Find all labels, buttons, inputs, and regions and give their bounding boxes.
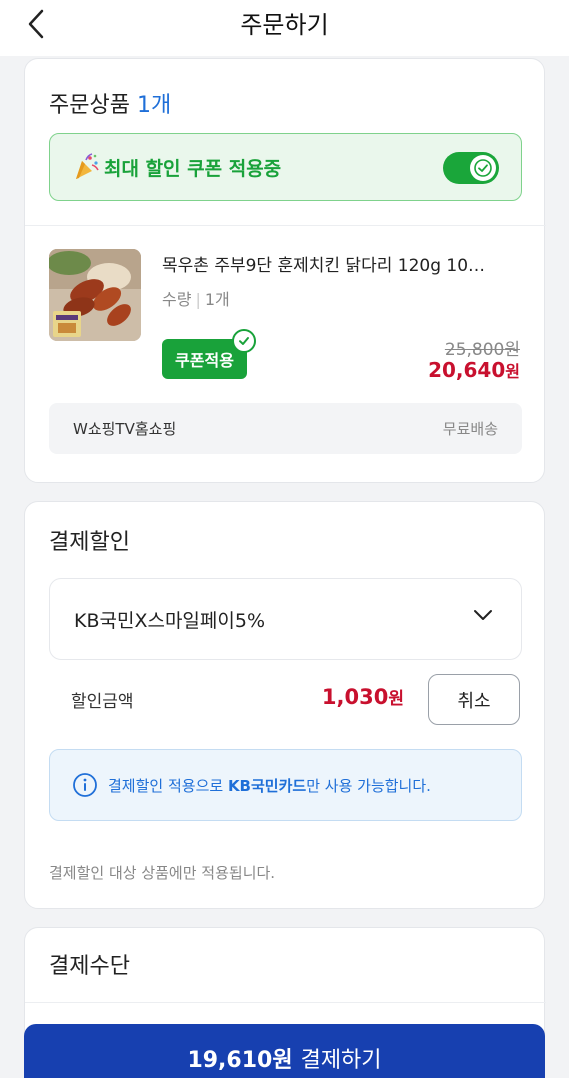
party-popper-icon bbox=[76, 153, 99, 179]
discount-amount-label: 할인금액 bbox=[71, 692, 134, 712]
info-text-prefix: 결제할인 적용으로 bbox=[108, 776, 228, 795]
quantity-value: 1개 bbox=[204, 290, 230, 309]
discount-select[interactable]: KB국민X스마일페이5% bbox=[49, 578, 522, 660]
pay-button-amount: 19,610원 bbox=[187, 1048, 293, 1073]
pay-button[interactable]: 19,610원 결제하기 bbox=[24, 1024, 545, 1078]
badge-check-icon bbox=[232, 329, 256, 353]
header: 주문하기 bbox=[0, 0, 569, 56]
payment-discount-title: 결제할인 bbox=[49, 530, 130, 555]
shipping-info: 무료배송 bbox=[442, 420, 498, 438]
seller-name: W쇼핑TV홈쇼핑 bbox=[73, 420, 177, 438]
coupon-banner: 최대 할인 쿠폰 적용중 bbox=[49, 133, 522, 201]
info-box: 결제할인 적용으로 KB국민카드만 사용 가능합니다. bbox=[49, 749, 522, 821]
payment-method-title: 결제수단 bbox=[49, 954, 130, 979]
seller-box: W쇼핑TV홈쇼핑 무료배송 bbox=[49, 403, 522, 454]
order-items-title: 주문상품 1개 bbox=[49, 87, 171, 119]
chevron-down-icon bbox=[474, 610, 492, 620]
info-icon bbox=[73, 773, 97, 797]
divider bbox=[25, 1002, 546, 1003]
original-price: 25,800원 bbox=[445, 335, 520, 360]
info-text-suffix: 만 사용 가능합니다. bbox=[306, 776, 431, 795]
check-icon bbox=[474, 159, 492, 177]
sale-price: 20,640원 bbox=[428, 358, 520, 382]
discount-amount-unit: 원 bbox=[388, 689, 404, 709]
sale-price-unit: 원 bbox=[505, 362, 520, 381]
order-items-count: 1개 bbox=[136, 93, 172, 118]
discount-amount: 1,030원 bbox=[322, 684, 404, 709]
page-title: 주문하기 bbox=[240, 10, 329, 39]
original-price-value: 25,800 bbox=[444, 340, 505, 360]
coupon-toggle[interactable] bbox=[443, 152, 499, 184]
order-items-label: 주문상품 bbox=[49, 93, 130, 118]
chevron-left-icon bbox=[28, 9, 44, 39]
cancel-button[interactable]: 취소 bbox=[428, 674, 520, 725]
coupon-banner-text: 최대 할인 쿠폰 적용중 bbox=[104, 157, 282, 180]
payment-discount-card: 결제할인 KB국민X스마일페이5% 할인금액 1,030원 취소 결제할인 적용… bbox=[24, 501, 545, 909]
quantity-row: 수량 | 1개 bbox=[162, 286, 230, 310]
product-name[interactable]: 목우촌 주부9단 훈제치킨 닭다리 120g 10… bbox=[162, 251, 522, 276]
order-items-card: 주문상품 1개 최대 할인 쿠폰 적용중 목우촌 주부9단 훈제치킨 닭다리 1… bbox=[24, 58, 546, 483]
discount-note: 결제할인 대상 상품에만 적용됩니다. bbox=[49, 864, 276, 882]
toggle-knob bbox=[470, 155, 496, 181]
back-button[interactable] bbox=[18, 6, 54, 42]
sale-price-value: 20,640 bbox=[428, 358, 506, 382]
pay-button-label: 결제하기 bbox=[300, 1048, 382, 1073]
info-text: 결제할인 적용으로 KB국민카드만 사용 가능합니다. bbox=[108, 775, 431, 796]
product-image bbox=[49, 249, 141, 341]
product-thumbnail[interactable] bbox=[49, 249, 141, 341]
discount-amount-value: 1,030 bbox=[321, 685, 389, 709]
quantity-label: 수량 bbox=[162, 290, 192, 309]
divider bbox=[25, 225, 546, 226]
separator: | bbox=[195, 290, 201, 309]
info-text-card: KB국민카드 bbox=[227, 776, 307, 795]
discount-select-value: KB국민X스마일페이5% bbox=[74, 609, 266, 632]
original-price-unit: 원 bbox=[504, 340, 520, 360]
